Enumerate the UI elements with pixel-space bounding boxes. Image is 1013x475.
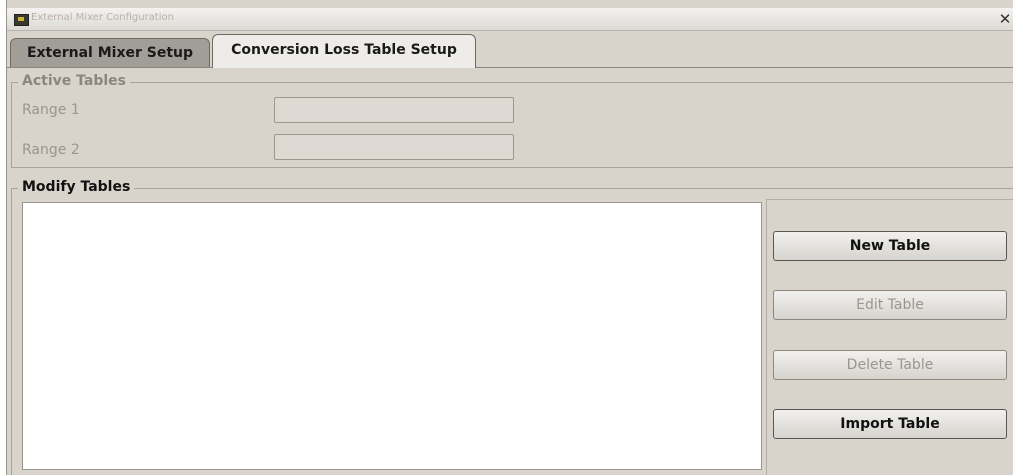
table-list[interactable]: [22, 202, 762, 470]
new-table-button[interactable]: New Table: [773, 231, 1007, 261]
range-1-label: Range 1: [22, 102, 80, 118]
title-bar: External Mixer Configuration ✕: [7, 8, 1013, 31]
import-table-button[interactable]: Import Table: [773, 409, 1007, 439]
range-2-field: [274, 134, 514, 160]
tab-external-mixer-setup[interactable]: External Mixer Setup: [10, 38, 210, 67]
tab-bar: External Mixer Setup Conversion Loss Tab…: [7, 31, 1013, 68]
app-icon: [14, 14, 29, 26]
active-tables-title: Active Tables: [18, 73, 130, 89]
edit-table-button[interactable]: Edit Table: [773, 290, 1007, 320]
range-1-field: [274, 97, 514, 123]
dialog-window: External Mixer Configuration ✕ External …: [6, 0, 1013, 475]
window-title: External Mixer Configuration: [31, 12, 174, 23]
delete-table-button[interactable]: Delete Table: [773, 350, 1007, 380]
tab-conversion-loss-table-setup[interactable]: Conversion Loss Table Setup: [212, 34, 476, 68]
close-icon[interactable]: ✕: [998, 10, 1012, 28]
modify-tables-title: Modify Tables: [18, 179, 135, 195]
range-2-label: Range 2: [22, 142, 80, 158]
